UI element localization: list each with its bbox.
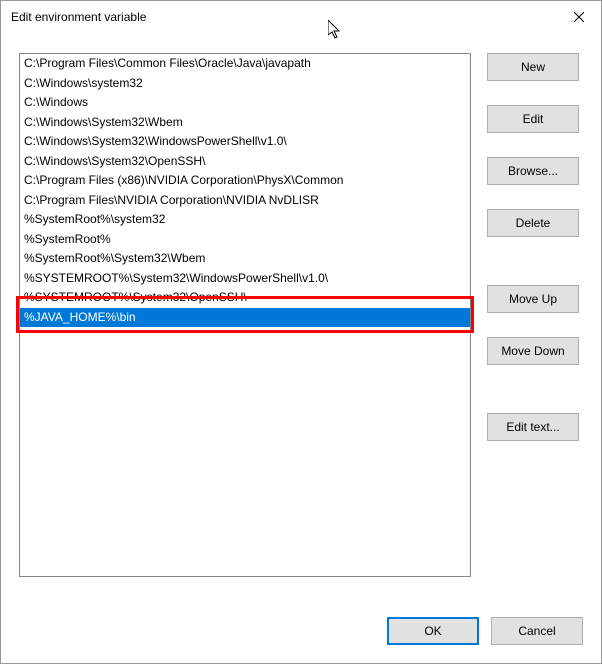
move-down-button[interactable]: Move Down — [487, 337, 579, 365]
dialog-content: C:\Program Files\Common Files\Oracle\Jav… — [1, 33, 601, 663]
move-up-button[interactable]: Move Up — [487, 285, 579, 313]
new-button[interactable]: New — [487, 53, 579, 81]
list-item[interactable]: C:\Windows\System32\WindowsPowerShell\v1… — [20, 132, 470, 152]
delete-button[interactable]: Delete — [487, 209, 579, 237]
browse-button[interactable]: Browse... — [487, 157, 579, 185]
edit-text-button[interactable]: Edit text... — [487, 413, 579, 441]
list-item[interactable]: %SYSTEMROOT%\System32\WindowsPowerShell\… — [20, 269, 470, 289]
close-button[interactable] — [556, 1, 601, 33]
window-title: Edit environment variable — [11, 10, 146, 24]
listbox-wrapper: C:\Program Files\Common Files\Oracle\Jav… — [19, 53, 471, 587]
list-item[interactable]: C:\Windows\System32\Wbem — [20, 113, 470, 133]
titlebar: Edit environment variable — [1, 1, 601, 33]
list-item[interactable]: %SystemRoot% — [20, 230, 470, 250]
list-item[interactable]: C:\Windows\system32 — [20, 74, 470, 94]
side-buttons: New Edit Browse... Delete Move Up Move D… — [487, 53, 579, 587]
cancel-button[interactable]: Cancel — [491, 617, 583, 645]
list-item[interactable]: C:\Program Files\Common Files\Oracle\Jav… — [20, 54, 470, 74]
list-item[interactable]: %SYSTEMROOT%\System32\OpenSSH\ — [20, 288, 470, 308]
main-area: C:\Program Files\Common Files\Oracle\Jav… — [19, 53, 583, 587]
list-item[interactable]: C:\Windows\System32\OpenSSH\ — [20, 152, 470, 172]
list-item[interactable]: %JAVA_HOME%\bin — [20, 308, 470, 328]
list-item[interactable]: %SystemRoot%\system32 — [20, 210, 470, 230]
close-icon — [574, 12, 584, 22]
ok-button[interactable]: OK — [387, 617, 479, 645]
edit-button[interactable]: Edit — [487, 105, 579, 133]
list-item[interactable]: C:\Program Files\NVIDIA Corporation\NVID… — [20, 191, 470, 211]
bottom-buttons: OK Cancel — [19, 587, 583, 645]
path-listbox[interactable]: C:\Program Files\Common Files\Oracle\Jav… — [19, 53, 471, 577]
list-item[interactable]: %SystemRoot%\System32\Wbem — [20, 249, 470, 269]
list-item[interactable]: C:\Program Files (x86)\NVIDIA Corporatio… — [20, 171, 470, 191]
list-item[interactable]: C:\Windows — [20, 93, 470, 113]
